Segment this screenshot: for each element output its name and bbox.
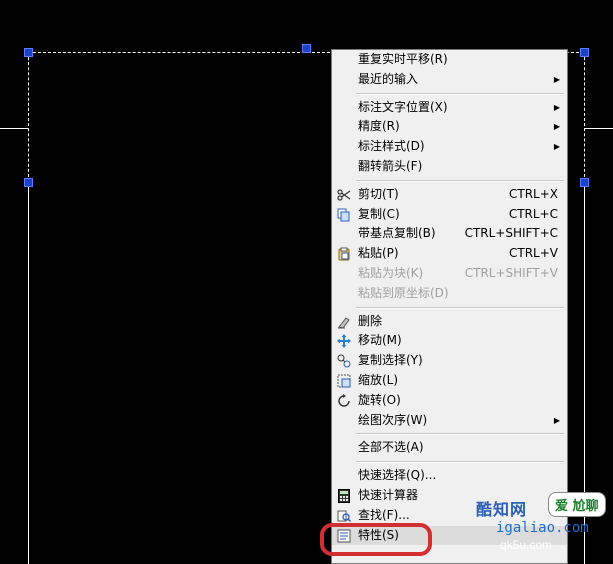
menu-item-label: 带基点复制(B) [358, 226, 436, 241]
scissors-icon [336, 187, 352, 203]
menu-item-copy[interactable]: 复制(C) CTRL+C [332, 205, 567, 225]
menu-item-move[interactable]: 移动(M) [332, 331, 567, 351]
menu-item-label: 查找(F)... [358, 507, 410, 522]
menu-item-label: 粘贴到原坐标(D) [358, 285, 449, 300]
menu-item-label: 复制(C) [358, 206, 400, 221]
extension-line-right [584, 52, 585, 182]
menu-item-label: 旋转(O) [358, 392, 401, 407]
menu-item-rotate[interactable]: 旋转(O) [332, 391, 567, 411]
menu-item-label: 精度(R) [358, 119, 400, 134]
submenu-arrow-icon: ▶ [553, 74, 560, 84]
menu-item-label: 缩放(L) [358, 372, 399, 387]
object-edge-right-stub [584, 128, 613, 129]
object-edge-left-stub [0, 128, 28, 129]
menu-item-dim-text-position[interactable]: 标注文字位置(X) ▶ [332, 98, 567, 118]
menu-item-paste-to-original-coords: 粘贴到原坐标(D) [332, 284, 567, 304]
menu-item-deselect-all[interactable]: 全部不选(A) [332, 438, 567, 458]
menu-shortcut: CTRL+SHIFT+V [464, 265, 558, 280]
watermark: 酷知网 爱 尬聊 igaliao.com qk5u.com [440, 478, 610, 564]
menu-item-copy-selection[interactable]: 复制选择(Y) [332, 351, 567, 371]
menu-separator [332, 304, 567, 312]
watermark-url: igaliao.com [496, 520, 589, 536]
menu-item-label: 标注样式(D) [358, 139, 425, 154]
menu-item-label: 标注文字位置(X) [358, 99, 448, 114]
menu-item-copy-with-basepoint[interactable]: 带基点复制(B) CTRL+SHIFT+C [332, 224, 567, 244]
eraser-icon [336, 314, 352, 330]
menu-item-label: 粘贴为块(K) [358, 265, 424, 280]
menu-item-label: 最近的输入 [358, 71, 419, 86]
submenu-arrow-icon: ▶ [553, 142, 560, 152]
menu-item-cut[interactable]: 剪切(T) CTRL+X [332, 185, 567, 205]
menu-item-flip-arrow[interactable]: 翻转箭头(F) [332, 157, 567, 177]
menu-separator [332, 430, 567, 438]
submenu-arrow-icon: ▶ [553, 122, 560, 132]
menu-shortcut: CTRL+C [508, 206, 558, 221]
menu-item-label: 快速选择(Q)... [358, 468, 437, 483]
drawing-canvas[interactable]: 重复实时平移(R) 最近的输入 ▶ 标注文字位置(X) ▶ 精度(R) ▶ 标注样式(… [0, 0, 613, 564]
menu-separator [332, 458, 567, 466]
menu-item-label: 快速计算器 [358, 487, 419, 502]
menu-item-label: 粘贴(P) [358, 246, 399, 261]
find-icon [336, 508, 352, 524]
watermark-url-secondary: qk5u.com [500, 538, 553, 552]
object-edge-left [28, 182, 29, 564]
extension-line-left [28, 52, 29, 182]
menu-item-label: 删除 [358, 313, 383, 328]
grip-top-right[interactable] [580, 48, 589, 57]
calculator-icon [336, 488, 352, 504]
menu-item-label: 剪切(T) [358, 186, 399, 201]
copy-icon [336, 207, 352, 223]
menu-item-dim-style[interactable]: 标注样式(D) ▶ [332, 137, 567, 157]
menu-shortcut: CTRL+X [508, 186, 558, 201]
watermark-text: 酷知网 [476, 500, 528, 519]
copy-select-icon [336, 353, 352, 369]
grip-mid-left[interactable] [24, 178, 33, 187]
menu-item-draw-order[interactable]: 绘图次序(W) ▶ [332, 411, 567, 431]
menu-shortcut: CTRL+V [509, 246, 558, 261]
menu-item-paste-as-block: 粘贴为块(K) CTRL+SHIFT+V [332, 264, 567, 284]
menu-separator [332, 177, 567, 185]
menu-item-label: 移动(M) [358, 333, 402, 348]
highlight-annotation [320, 523, 432, 556]
menu-item-label: 全部不选(A) [358, 440, 424, 455]
grip-mid-right[interactable] [580, 178, 589, 187]
rotate-icon [336, 393, 352, 409]
menu-item-label: 重复实时平移(R) [358, 52, 448, 66]
grip-top-center[interactable] [302, 44, 311, 53]
menu-item-scale[interactable]: 缩放(L) [332, 371, 567, 391]
menu-item-erase[interactable]: 删除 [332, 312, 567, 332]
scale-icon [336, 373, 352, 389]
menu-item-label: 复制选择(Y) [358, 353, 423, 368]
menu-item-recent-input[interactable]: 最近的输入 ▶ [332, 70, 567, 90]
menu-item-precision[interactable]: 精度(R) ▶ [332, 117, 567, 137]
menu-separator [332, 90, 567, 98]
menu-item-paste[interactable]: 粘贴(P) CTRL+V [332, 244, 567, 264]
submenu-arrow-icon: ▶ [553, 102, 560, 112]
menu-item-label: 绘图次序(W) [358, 412, 428, 427]
paste-icon [336, 246, 352, 262]
grip-top-left[interactable] [24, 48, 33, 57]
watermark-badge: 爱 尬聊 [548, 492, 606, 517]
menu-item-repeat-pan[interactable]: 重复实时平移(R) [332, 50, 567, 70]
move-icon [336, 333, 352, 349]
menu-shortcut: CTRL+SHIFT+C [464, 226, 558, 241]
menu-item-label: 翻转箭头(F) [358, 158, 423, 173]
submenu-arrow-icon: ▶ [553, 415, 560, 425]
